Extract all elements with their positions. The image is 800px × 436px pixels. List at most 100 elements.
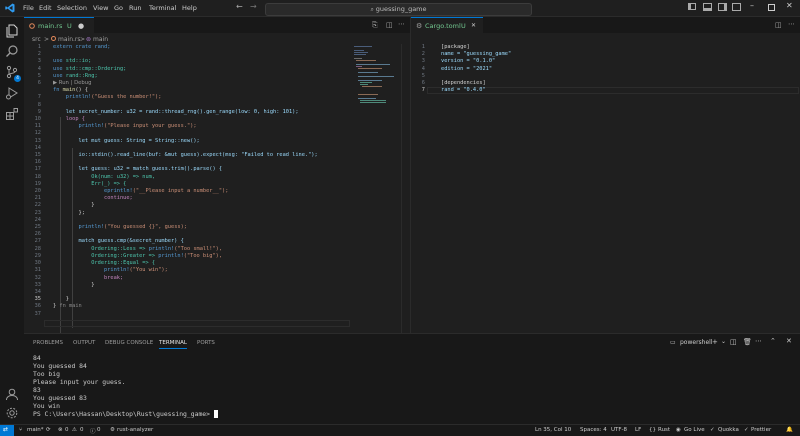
remote-indicator[interactable]: ⇄ [0, 425, 14, 436]
line-number: 34 [34, 288, 41, 295]
end-of-line[interactable]: LF [635, 427, 641, 433]
vertical-scrollbar[interactable] [401, 44, 410, 334]
trash-icon[interactable]: 🗑 [743, 338, 752, 346]
maximize-icon[interactable] [768, 4, 775, 11]
split-editor-icon[interactable]: ◫ [386, 21, 393, 29]
line-number: 33 [34, 281, 41, 288]
cursor-position[interactable]: Ln 35, Col 10 [535, 427, 571, 433]
rust-analyzer-status[interactable]: rust-analyzer [117, 427, 153, 433]
info-count[interactable]: 0 [97, 427, 101, 433]
code-editor-cargo-toml[interactable]: [package] name = "guessing_game" version… [441, 44, 511, 94]
customize-layout-icon[interactable] [732, 3, 741, 11]
breadcrumb-main-rs[interactable]: main.rs [58, 36, 81, 43]
forward-arrow-icon[interactable]: → [250, 2, 257, 11]
tab-debug-console[interactable]: DEBUG CONSOLE [105, 340, 153, 346]
code-line: use std::cmp::Ordering; [53, 65, 127, 72]
code-line: edition = "2021" [441, 65, 493, 72]
encoding[interactable]: UTF-8 [611, 427, 627, 433]
extensions-icon[interactable] [5, 107, 19, 121]
menu-selection[interactable]: Selection [57, 4, 87, 12]
maximize-panel-icon[interactable]: ⌃ [770, 337, 776, 345]
explorer-icon[interactable] [5, 24, 19, 38]
code-line: continue; [104, 195, 133, 202]
account-icon[interactable] [5, 387, 19, 401]
search-view-icon[interactable] [5, 44, 19, 58]
chevron-down-icon[interactable]: ⌄ [721, 338, 726, 345]
run-debug-icon[interactable] [5, 86, 19, 100]
close-tab-icon[interactable]: ✕ [471, 18, 476, 34]
line-number: 17 [34, 166, 41, 173]
close-panel-icon[interactable]: ✕ [786, 337, 792, 345]
tab-ports[interactable]: PORTS [197, 340, 215, 346]
go-live-button[interactable]: Go Live [684, 427, 705, 433]
minimap[interactable] [352, 44, 400, 104]
line-number: 30 [34, 260, 41, 267]
run-debug-codelens[interactable]: ▶ Run | Debug [53, 80, 92, 86]
split-editor-icon[interactable]: ◫ [775, 21, 782, 29]
code-line: name = "guessing_game" [441, 51, 512, 58]
menu-terminal[interactable]: Terminal [149, 4, 176, 12]
tab-main-rs[interactable]: main.rs U ● [24, 17, 94, 34]
unsaved-dot-icon[interactable]: ● [78, 18, 84, 34]
code-editor-main-rs[interactable]: extern crate rand; use std::io; use std:… [53, 44, 318, 311]
toggle-secondary-sidebar-icon[interactable] [718, 3, 727, 11]
line-number: 18 [34, 173, 41, 180]
indentation[interactable]: Spaces: 4 [580, 427, 607, 433]
prettier-button[interactable]: Prettier [751, 427, 771, 433]
more-actions-icon[interactable]: ⋯ [755, 337, 762, 345]
menu-file[interactable]: File [23, 4, 34, 12]
sync-icon[interactable]: ⟳ [46, 427, 51, 433]
code-line: use std::io; [53, 58, 92, 65]
menu-go[interactable]: Go [114, 4, 123, 12]
settings-gear-icon[interactable] [5, 406, 19, 420]
code-line: io::stdin().read_line(buf: &mut guess).e… [78, 152, 318, 159]
error-icon: ⊗ [58, 427, 63, 433]
current-line-highlight [44, 320, 350, 327]
line-number: 23 [34, 209, 41, 216]
breadcrumb: src > main.rs > ⊚ main [24, 34, 410, 44]
command-center-search[interactable]: ⌕ guessing_game [265, 3, 532, 16]
tab-cargo-toml[interactable]: ⚙ Cargo.toml U ✕ [411, 17, 483, 34]
menu-edit[interactable]: Edit [39, 4, 52, 12]
line-number: 3 [421, 58, 425, 65]
rust-file-icon [51, 36, 56, 41]
line-number: 22 [34, 202, 41, 209]
terminal-line: You win [33, 402, 60, 410]
toggle-sidebar-icon[interactable] [688, 3, 696, 10]
terminal-line: You guessed 83 [33, 394, 87, 402]
terminal-icon: ▭ [670, 339, 676, 346]
language-mode[interactable]: Rust [658, 427, 670, 433]
breadcrumb-main-fn[interactable]: main [93, 36, 108, 43]
error-count[interactable]: 0 [65, 427, 69, 433]
line-number: 7 [421, 87, 425, 94]
line-number: 9 [37, 108, 41, 115]
line-number: 5 [37, 72, 41, 79]
terminal-output[interactable]: 84 You guessed 84 Too big Please input y… [33, 354, 218, 418]
new-terminal-plus-icon[interactable]: + [712, 338, 718, 346]
tab-output[interactable]: OUTPUT [73, 340, 95, 346]
tab-status-badge: U [67, 22, 72, 30]
menu-help[interactable]: Help [182, 4, 197, 12]
more-actions-icon[interactable]: ⋯ [398, 20, 405, 28]
tab-terminal[interactable]: TERMINAL [159, 340, 187, 349]
terminal-line: Please input your guess. [33, 378, 126, 386]
compare-icon[interactable]: ⎘ [372, 21, 378, 30]
back-arrow-icon[interactable]: ← [236, 2, 243, 11]
minimize-icon[interactable]: – [750, 1, 754, 10]
toggle-panel-icon[interactable] [703, 3, 712, 11]
git-branch[interactable]: main* [27, 427, 44, 433]
bell-icon[interactable]: 🔔 [786, 427, 793, 433]
code-line: Err(_) => { [91, 180, 127, 187]
menu-view[interactable]: View [93, 4, 108, 12]
code-line: } [91, 202, 95, 209]
split-terminal-icon[interactable]: ◫ [730, 338, 737, 346]
menu-run[interactable]: Run [129, 4, 141, 12]
quokka-button[interactable]: Quokka [718, 427, 739, 433]
warning-count[interactable]: 0 [80, 427, 84, 433]
tab-problems[interactable]: PROBLEMS [33, 340, 63, 346]
remote-icon: ⇄ [3, 426, 9, 433]
close-window-icon[interactable]: ✕ [786, 1, 793, 10]
breadcrumb-src[interactable]: src [32, 36, 41, 43]
more-actions-icon[interactable]: ⋯ [788, 20, 795, 28]
terminal-shell-selector[interactable]: powershell [680, 339, 713, 346]
